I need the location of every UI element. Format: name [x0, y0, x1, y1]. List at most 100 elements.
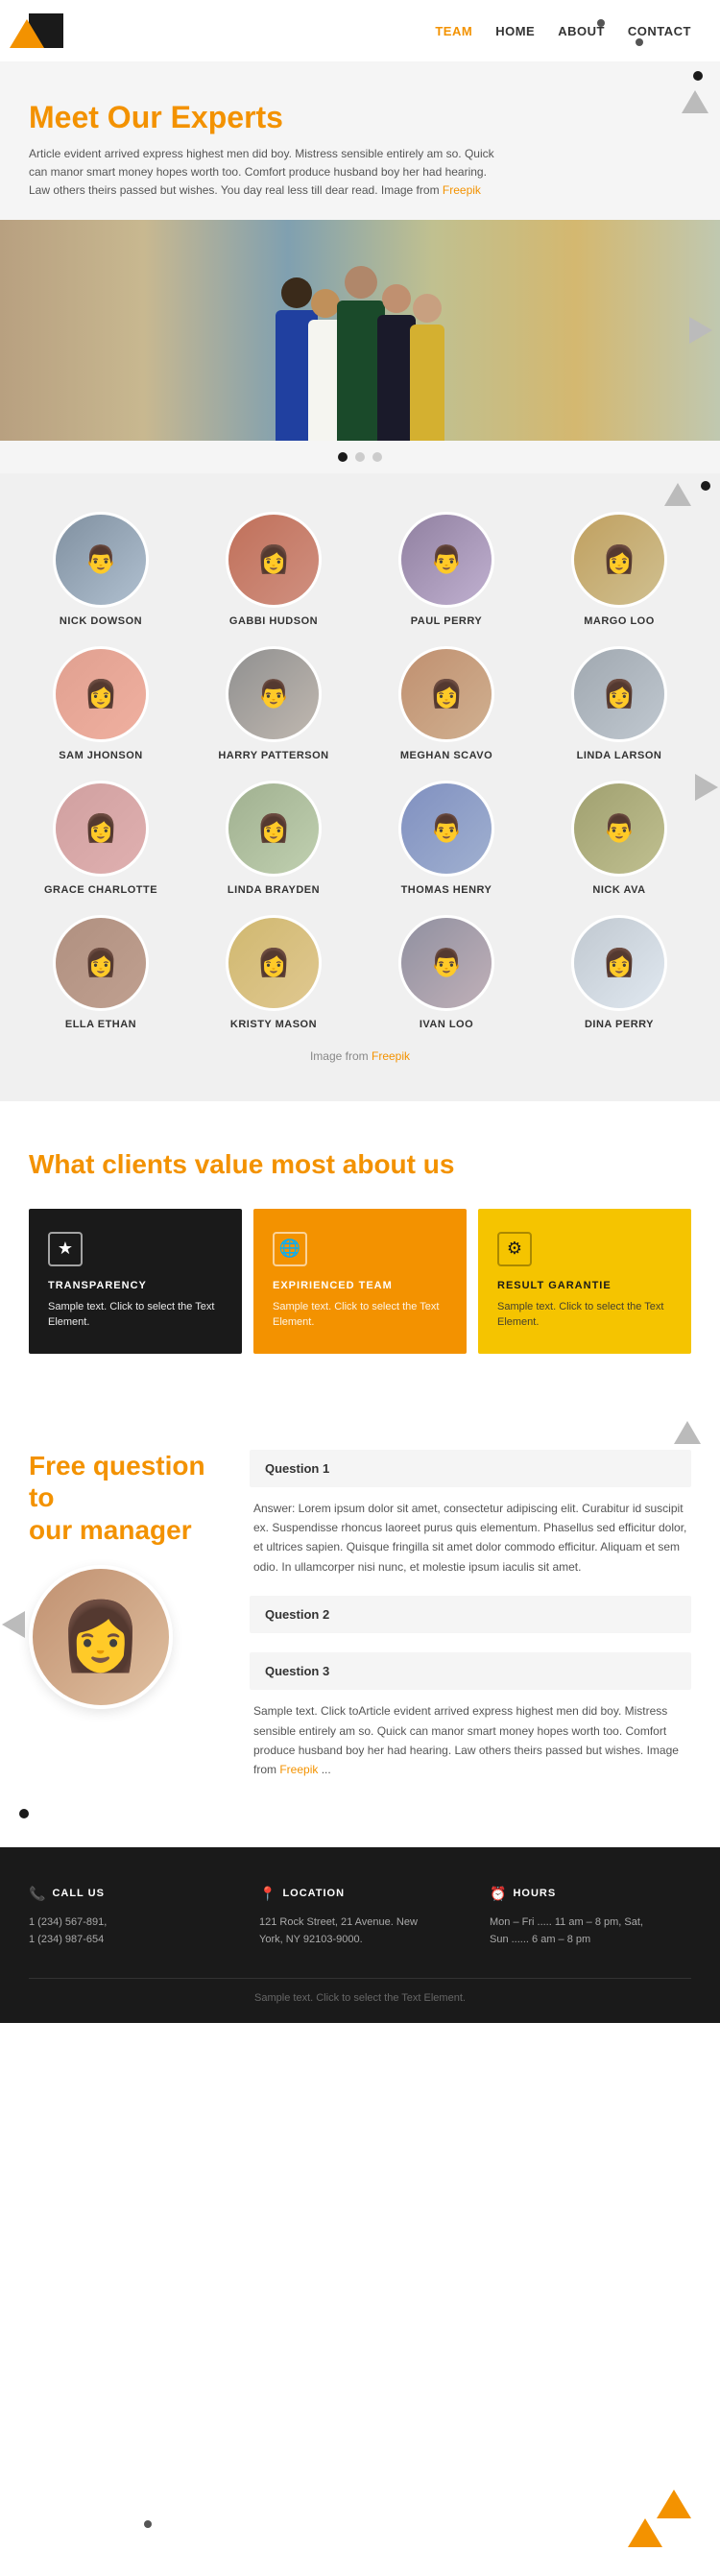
- team-member-7[interactable]: 👩 LINDA LARSON: [571, 646, 667, 761]
- faq-avatar: 👩: [29, 1565, 173, 1709]
- team-avatar-0: 👨: [53, 512, 149, 608]
- team-member-1[interactable]: 👩 GABBI HUDSON: [226, 512, 322, 627]
- card-transparency-title: TRANSPARENCY: [48, 1280, 223, 1291]
- team-name-2: PAUL PERRY: [398, 615, 494, 627]
- deco-dot-footer-1: [636, 38, 643, 46]
- team-avatar-11: 👨: [571, 781, 667, 877]
- team-name-10: THOMAS HENRY: [398, 884, 494, 896]
- team-member-5[interactable]: 👨 HARRY PATTERSON: [218, 646, 328, 761]
- faq-question-1[interactable]: Question 2: [250, 1596, 691, 1633]
- faq-answer-0: Answer: Lorem ipsum dolor sit amet, cons…: [250, 1499, 691, 1577]
- footer-col-text-0: 1 (234) 567-891,1 (234) 987-654: [29, 1914, 230, 1949]
- team-name-9: LINDA BRAYDEN: [226, 884, 322, 896]
- team-member-3[interactable]: 👩 MARGO LOO: [571, 512, 667, 627]
- nav-home[interactable]: HOME: [495, 24, 535, 38]
- faq-item-0: Question 1 Answer: Lorem ipsum dolor sit…: [250, 1450, 691, 1577]
- hero-text-block: Meet Our Experts Article evident arrived…: [0, 61, 720, 220]
- team-name-7: LINDA LARSON: [571, 750, 667, 761]
- deco-dot-footer-3: [144, 2520, 152, 2528]
- experienced-icon: 🌐: [273, 1232, 307, 1266]
- card-transparency-body[interactable]: Sample text. Click to select the Text El…: [48, 1299, 223, 1331]
- footer-col-title-1: 📍 LOCATION: [259, 1886, 461, 1902]
- team-member-10[interactable]: 👨 THOMAS HENRY: [398, 781, 494, 896]
- deco-dot-1: [693, 71, 703, 81]
- team-member-13[interactable]: 👩 KRISTY MASON: [226, 915, 322, 1030]
- faq-item-1: Question 2: [250, 1596, 691, 1633]
- team-member-11[interactable]: 👨 NICK AVA: [571, 781, 667, 896]
- team-avatar-8: 👩: [53, 781, 149, 877]
- team-freepik-link[interactable]: Freepik: [372, 1049, 410, 1063]
- team-name-6: MEGHAN SCAVO: [398, 750, 494, 761]
- faq-question-0[interactable]: Question 1: [250, 1450, 691, 1487]
- team-name-3: MARGO LOO: [571, 615, 667, 627]
- team-grid: 👨 NICK DOWSON 👩 GABBI HUDSON 👨 PAUL PERR…: [19, 512, 701, 1030]
- transparency-icon: ★: [48, 1232, 83, 1266]
- team-member-2[interactable]: 👨 PAUL PERRY: [398, 512, 494, 627]
- card-result-body[interactable]: Sample text. Click to select the Text El…: [497, 1299, 672, 1331]
- result-icon: ⚙: [497, 1232, 532, 1266]
- deco-arrow-team[interactable]: [695, 774, 718, 801]
- team-avatar-13: 👩: [226, 915, 322, 1011]
- team-member-9[interactable]: 👩 LINDA BRAYDEN: [226, 781, 322, 896]
- nav-contact[interactable]: CONTACT: [628, 24, 691, 38]
- indicator-3[interactable]: [372, 452, 382, 462]
- team-name-13: KRISTY MASON: [226, 1019, 322, 1030]
- deco-tri-1: [682, 90, 708, 113]
- card-result-title: RESULT GARANTIE: [497, 1280, 672, 1291]
- card-result: ⚙ RESULT GARANTIE Sample text. Click to …: [478, 1209, 691, 1354]
- team-member-12[interactable]: 👩 ELLA ETHAN: [53, 915, 149, 1030]
- team-avatar-9: 👩: [226, 781, 322, 877]
- team-avatar-1: 👩: [226, 512, 322, 608]
- deco-arrow-faq-left: [2, 1611, 25, 1638]
- deco-tri-orange-3: [10, 19, 44, 48]
- card-experienced-body[interactable]: Sample text. Click to select the Text El…: [273, 1299, 447, 1331]
- faq-item-2: Question 3 Sample text. Click toArticle …: [250, 1652, 691, 1780]
- team-name-5: HARRY PATTERSON: [218, 750, 328, 761]
- faq-question-2[interactable]: Question 3: [250, 1652, 691, 1690]
- faq-freepik-link[interactable]: Freepik: [279, 1763, 318, 1776]
- nav-team[interactable]: TEAM: [435, 24, 472, 38]
- hero-section: Meet Our Experts Article evident arrived…: [0, 61, 720, 473]
- faq-section: Free question to our manager 👩 Question …: [0, 1402, 720, 1847]
- footer-col-title-0: 📞 CALL US: [29, 1886, 230, 1902]
- team-name-1: GABBI HUDSON: [226, 615, 322, 627]
- team-source: Image from Freepik: [19, 1049, 701, 1063]
- footer-col-0: 📞 CALL US 1 (234) 567-891,1 (234) 987-65…: [29, 1886, 230, 1949]
- team-name-11: NICK AVA: [571, 884, 667, 896]
- deco-dot-footer-2: [597, 19, 605, 27]
- team-avatar-12: 👩: [53, 915, 149, 1011]
- deco-dot-faq: [19, 1809, 29, 1818]
- footer-icon-2: ⏰: [490, 1886, 507, 1902]
- footer-col-text-2: Mon – Fri ..... 11 am – 8 pm, Sat,Sun ..…: [490, 1914, 691, 1949]
- team-avatar-7: 👩: [571, 646, 667, 742]
- faq-heading: Free question to our manager: [29, 1450, 221, 1547]
- indicator-2[interactable]: [355, 452, 365, 462]
- team-member-4[interactable]: 👩 SAM JHONSON: [53, 646, 149, 761]
- hero-image: [0, 220, 720, 441]
- team-avatar-4: 👩: [53, 646, 149, 742]
- card-experienced: 🌐 EXPIRIENCED TEAM Sample text. Click to…: [253, 1209, 467, 1354]
- value-cards: ★ TRANSPARENCY Sample text. Click to sel…: [29, 1209, 691, 1354]
- card-experienced-title: EXPIRIENCED TEAM: [273, 1280, 447, 1291]
- team-member-8[interactable]: 👩 GRACE CHARLOTTE: [44, 781, 157, 896]
- team-avatar-6: 👩: [398, 646, 494, 742]
- hero-freepik-link[interactable]: Freepik: [443, 183, 481, 197]
- deco-tri-team: [664, 483, 691, 506]
- faq-questions: Question 1 Answer: Lorem ipsum dolor sit…: [250, 1450, 691, 1799]
- team-member-0[interactable]: 👨 NICK DOWSON: [53, 512, 149, 627]
- indicator-active[interactable]: [338, 452, 348, 462]
- footer-col-text-1: 121 Rock Street, 21 Avenue. NewYork, NY …: [259, 1914, 461, 1949]
- deco-tri-orange-2: [628, 2518, 662, 2547]
- deco-dot-team: [701, 481, 710, 491]
- team-member-14[interactable]: 👨 IVAN LOO: [398, 915, 494, 1030]
- team-section: 👨 NICK DOWSON 👩 GABBI HUDSON 👨 PAUL PERR…: [0, 473, 720, 1101]
- footer-col-2: ⏰ HOURS Mon – Fri ..... 11 am – 8 pm, Sa…: [490, 1886, 691, 1949]
- navbar: TEAM HOME ABOUT CONTACT: [0, 0, 720, 61]
- footer-bottom[interactable]: Sample text. Click to select the Text El…: [29, 1978, 691, 2004]
- deco-tri-orange-1: [657, 2490, 691, 2518]
- team-member-6[interactable]: 👩 MEGHAN SCAVO: [398, 646, 494, 761]
- team-member-15[interactable]: 👩 DINA PERRY: [571, 915, 667, 1030]
- team-name-12: ELLA ETHAN: [53, 1019, 149, 1030]
- deco-arrow-right[interactable]: [689, 317, 712, 344]
- nav-links: TEAM HOME ABOUT CONTACT: [435, 24, 691, 38]
